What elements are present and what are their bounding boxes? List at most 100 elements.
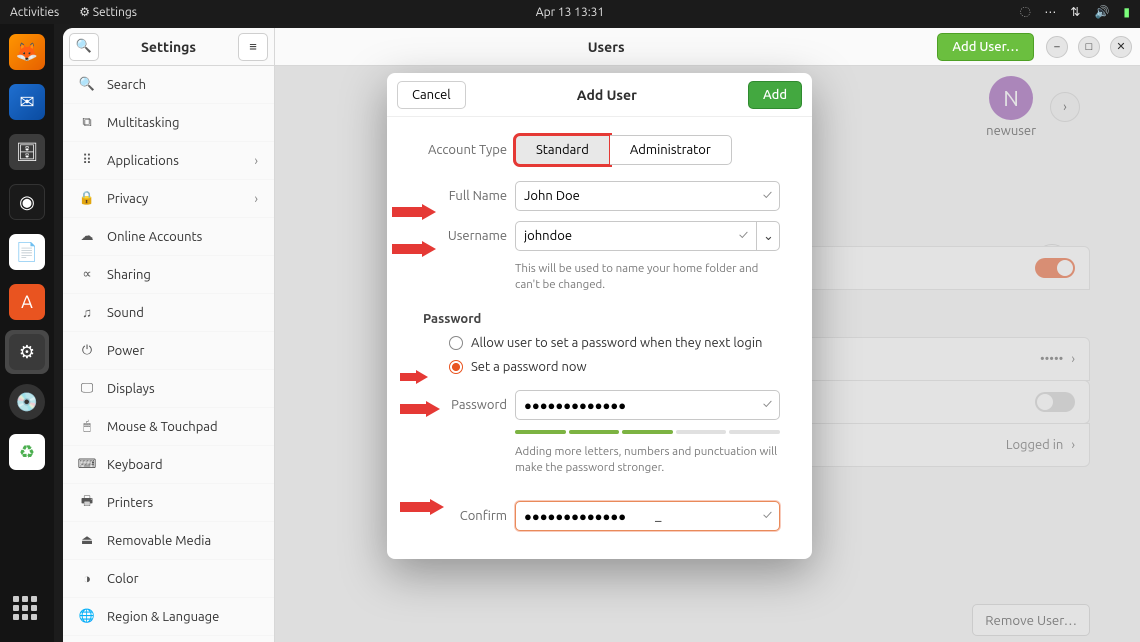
sidebar-item-multitasking[interactable]: ⧉ Multitasking — [63, 104, 274, 142]
minimize-button[interactable]: – — [1046, 36, 1068, 58]
dock-software[interactable]: A — [5, 280, 49, 324]
trash-icon: ♻ — [9, 434, 45, 470]
sidebarferry-label: Multitasking — [107, 116, 179, 130]
clock[interactable]: Apr 13 13:31 — [536, 6, 604, 19]
sidebar: 🔍Search⧉Multitasking⠿Applications›🔒Priva… — [63, 66, 275, 642]
discord-tray-icon[interactable]: ◌ — [1020, 6, 1030, 19]
sidebar-item-privacy[interactable]: 🔒Privacy› — [63, 180, 274, 218]
sidebar-item-sound[interactable]: ♫Sound — [63, 294, 274, 332]
firefox-icon: 🦊 — [9, 34, 45, 70]
dock-settings[interactable]: ⚙ — [5, 330, 49, 374]
activities-button[interactable]: Activities — [10, 6, 59, 19]
sidebar-title: Settings — [105, 39, 232, 55]
dock-trash[interactable]: ♻ — [5, 430, 49, 474]
standard-option[interactable]: Standard — [515, 135, 610, 165]
search-button[interactable]: 🔍 — [69, 33, 99, 61]
check-icon: ✓ — [763, 508, 772, 522]
page-title: Users — [275, 39, 937, 55]
sidebar-item-icon: 🖶 — [79, 492, 95, 514]
sidebarferry-label: Sharing — [107, 268, 151, 282]
sidebarferry-label: Displays — [107, 382, 155, 396]
volume-icon[interactable]: 🔊 — [1094, 5, 1109, 19]
settings-header: 🔍 Settings ≡ Users Add User… – □ ✕ — [63, 28, 1140, 66]
disk-icon: 💿 — [9, 384, 45, 420]
username-dropdown[interactable]: ⌄ — [756, 221, 780, 251]
sidebar-item-online-accounts[interactable]: ☁Online Accounts — [63, 218, 274, 256]
annotation-arrow — [400, 499, 444, 515]
full-name-input[interactable] — [515, 181, 780, 211]
sidebar-item-printers[interactable]: 🖶 Printers — [63, 484, 274, 522]
dock-rhythmbox[interactable]: ◉ — [5, 180, 49, 224]
sidebar-item-keyboard[interactable]: ⌨Keyboard — [63, 446, 274, 484]
dock-files[interactable]: 🗄 — [5, 130, 49, 174]
sidebar-item-search[interactable]: 🔍Search — [63, 66, 274, 104]
sidebar-item-applications[interactable]: ⠿ Applications › — [63, 142, 274, 180]
annotation-arrow — [392, 241, 436, 257]
check-icon: ✓ — [739, 228, 748, 242]
add-button[interactable]: Add — [748, 81, 802, 109]
settings-icon: ⚙ — [9, 334, 45, 370]
sidebarferry-label: Online Accounts — [107, 230, 202, 244]
dock: 🦊 ✉ 🗄 ◉ 📄 A ⚙ 💿 ♻ — [0, 24, 54, 642]
software-icon: A — [9, 284, 45, 320]
confirm-input[interactable] — [515, 501, 780, 531]
app-indicator[interactable]: ⚙ Settings — [79, 5, 137, 19]
dock-disk[interactable]: 💿 — [5, 380, 49, 424]
chevron-right-icon: › — [254, 192, 258, 206]
maximize-button[interactable]: □ — [1078, 36, 1100, 58]
search-icon: 🔍 — [76, 39, 92, 54]
sidebar-item-icon: ⠿ — [79, 153, 95, 168]
close-button[interactable]: ✕ — [1110, 36, 1132, 58]
radio-icon — [449, 336, 463, 350]
full-name-label: Full Name — [419, 189, 507, 203]
sidebar-item-icon: 🔍 — [79, 77, 95, 92]
add-user-button[interactable]: Add User… — [937, 33, 1034, 61]
network-icon[interactable]: ⇅ — [1070, 5, 1080, 19]
sidebarferry-label: Removable Media — [107, 534, 211, 548]
sidebarferry-label: Privacy — [107, 192, 148, 206]
sidebar-item-removable-media[interactable]: ⏏ Removable Media — [63, 522, 274, 560]
dock-show-apps[interactable] — [5, 588, 49, 632]
account-type-label: Account Type — [419, 143, 507, 157]
sidebar-item-icon: ⌨ — [79, 457, 95, 472]
dock-libreoffice[interactable]: 📄 — [5, 230, 49, 274]
check-icon: ✓ — [763, 188, 772, 202]
sidebar-item-power[interactable]: ⏻Power — [63, 332, 274, 370]
sidebar-item-icon: ⏏ — [79, 533, 95, 548]
menu-button[interactable]: ≡ — [238, 33, 268, 61]
sidebarferry-label: Printers — [107, 496, 153, 510]
sidebar-item-displays[interactable]: 🖵Displays — [63, 370, 274, 408]
dock-thunderbird[interactable]: ✉ — [5, 80, 49, 124]
check-icon: ✓ — [763, 397, 772, 411]
sidebar-item-icon: 🖱 — [79, 419, 95, 434]
annotation-arrow — [400, 401, 440, 417]
sidebarferry-label: Power — [107, 344, 144, 358]
sidebar-item-mouse-touchpad[interactable]: 🖱 Mouse & Touchpad — [63, 408, 274, 446]
gear-icon: ⚙ — [79, 5, 90, 19]
dock-firefox[interactable]: 🦊 — [5, 30, 49, 74]
radio-set-now[interactable]: Set a password now — [449, 360, 780, 374]
sidebarferry-label: Mouse & Touchpad — [107, 420, 218, 434]
sidebar-item-sharing[interactable]: ∝Sharing — [63, 256, 274, 294]
password-input[interactable] — [515, 390, 780, 420]
more-tray-icon[interactable]: ⋯ — [1044, 5, 1056, 19]
sidebar-item-region-language[interactable]: 🌐Region & Language — [63, 598, 274, 636]
sidebar-item-color[interactable]: ◑ Color — [63, 560, 274, 598]
annotation-arrow — [400, 370, 428, 384]
password-strength-meter — [515, 430, 780, 434]
sidebar-item-icon: ♫ — [79, 305, 95, 320]
libreoffice-icon: 📄 — [9, 234, 45, 270]
battery-icon[interactable]: ▮ — [1123, 5, 1130, 19]
cancel-button[interactable]: Cancel — [397, 81, 466, 109]
chevron-down-icon: ⌄ — [763, 229, 774, 244]
sidebarferry-label: Color — [107, 572, 139, 586]
rhythmbox-icon: ◉ — [9, 184, 45, 220]
administrator-option[interactable]: Administrator — [610, 135, 732, 165]
radio-set-later[interactable]: Allow user to set a password when they n… — [449, 336, 780, 350]
dialog-title: Add User — [466, 87, 748, 103]
sidebar-item-icon: ⧉ — [79, 115, 95, 130]
top-panel: Activities ⚙ Settings Apr 13 13:31 ◌ ⋯ ⇅… — [0, 0, 1140, 24]
sidebarferry-label: Applications — [107, 154, 179, 168]
chevron-right-icon: › — [254, 154, 258, 168]
sidebar-item-icon: ◑ — [79, 571, 95, 586]
